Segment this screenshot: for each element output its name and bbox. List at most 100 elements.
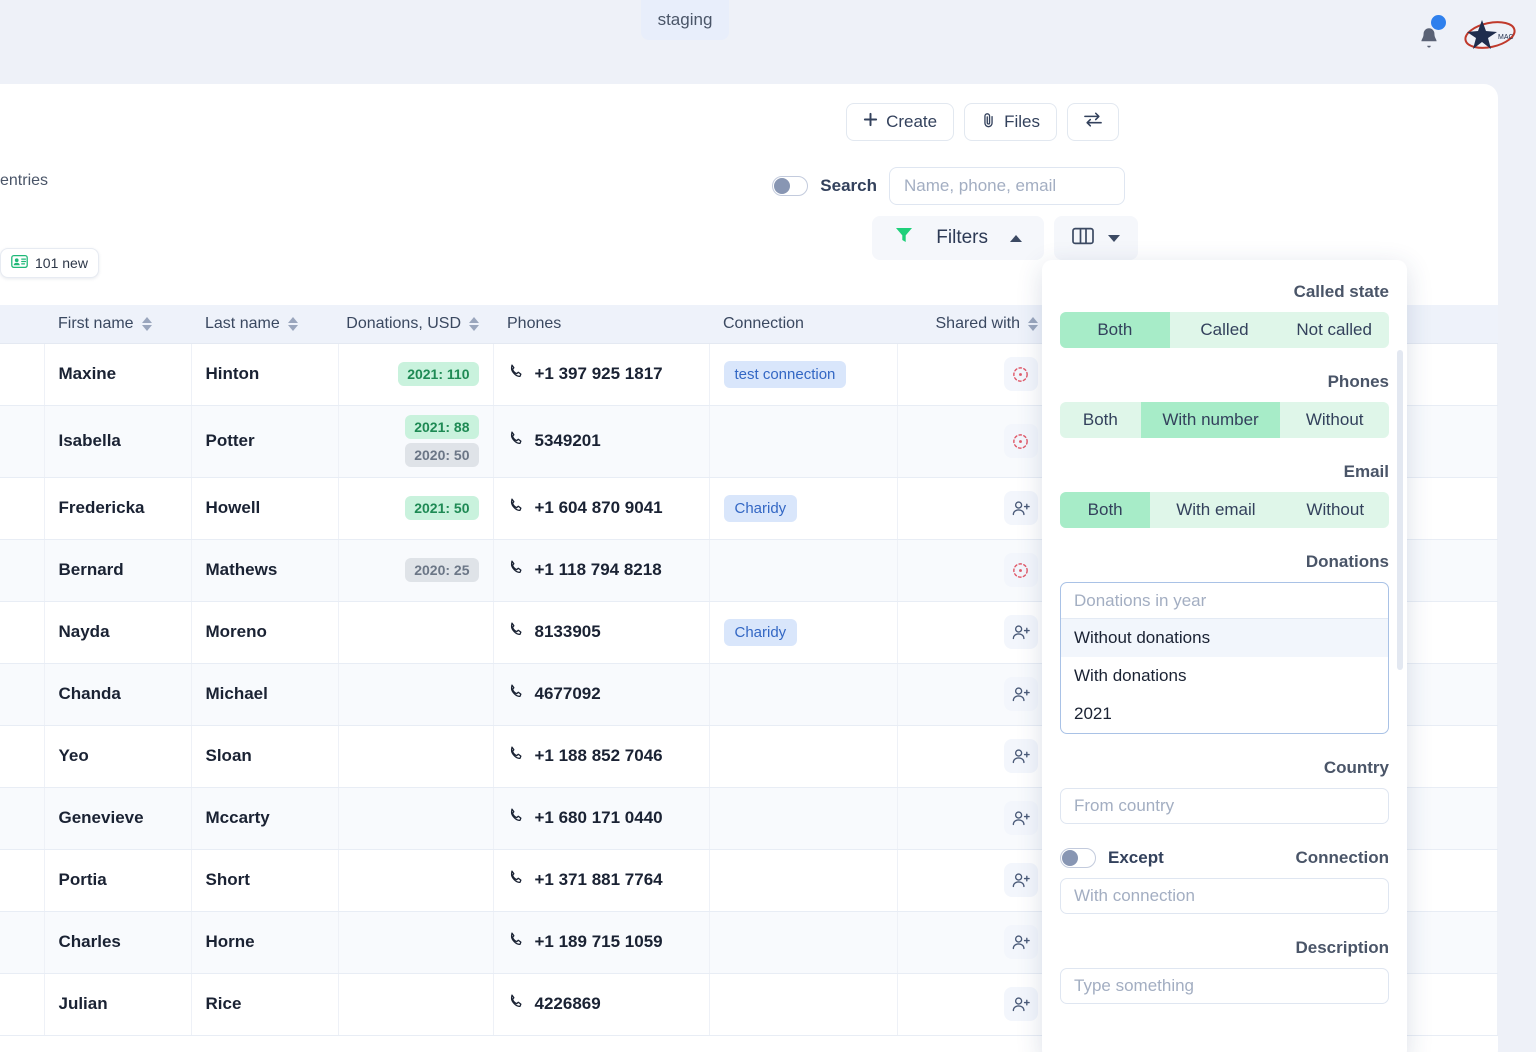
row-status-icon-cell[interactable] bbox=[0, 911, 44, 973]
table-header-last-name[interactable]: Last name bbox=[191, 305, 338, 343]
pending-share-icon[interactable] bbox=[1004, 553, 1038, 587]
cell-shared-with[interactable] bbox=[897, 725, 1052, 787]
row-status-icon-cell[interactable] bbox=[0, 343, 44, 405]
cell-phone[interactable]: 5349201 bbox=[493, 405, 709, 477]
phones-option-with-number[interactable]: With number bbox=[1141, 402, 1281, 438]
row-status-icon-cell[interactable] bbox=[0, 725, 44, 787]
cell-shared-with[interactable] bbox=[897, 973, 1052, 1035]
row-status-icon-cell[interactable] bbox=[0, 539, 44, 601]
description-input[interactable]: Type something bbox=[1060, 968, 1389, 1004]
cell-shared-with[interactable] bbox=[897, 477, 1052, 539]
cell-phone[interactable]: 4226869 bbox=[493, 973, 709, 1035]
cell-phone[interactable]: +1 604 870 9041 bbox=[493, 477, 709, 539]
add-user-icon[interactable] bbox=[1004, 491, 1038, 525]
row-status-icon-cell[interactable] bbox=[0, 973, 44, 1035]
table-header-shared-with[interactable]: Shared with bbox=[897, 305, 1052, 343]
cell-phone[interactable]: +1 397 925 1817 bbox=[493, 343, 709, 405]
column-label: Shared with bbox=[936, 315, 1021, 333]
cell-shared-with[interactable] bbox=[897, 663, 1052, 725]
add-user-icon[interactable] bbox=[1004, 739, 1038, 773]
phones-option-without[interactable]: Without bbox=[1280, 402, 1389, 438]
row-status-icon-cell[interactable] bbox=[0, 663, 44, 725]
connection-chip[interactable]: test connection bbox=[724, 361, 847, 388]
sort-icon[interactable] bbox=[142, 317, 152, 331]
except-toggle[interactable] bbox=[1060, 848, 1096, 868]
notifications-button[interactable] bbox=[1414, 19, 1444, 51]
connection-input[interactable]: With connection bbox=[1060, 878, 1389, 914]
called-state-option-not-called[interactable]: Not called bbox=[1279, 312, 1389, 348]
cell-connection bbox=[709, 539, 897, 601]
panel-scrollbar[interactable] bbox=[1397, 350, 1403, 670]
columns-button[interactable] bbox=[1054, 216, 1138, 260]
called-state-option-both[interactable]: Both bbox=[1060, 312, 1170, 348]
add-user-icon[interactable] bbox=[1004, 801, 1038, 835]
action-buttons: Create Files bbox=[846, 103, 1119, 141]
files-button[interactable]: Files bbox=[964, 103, 1057, 141]
table-header-phones[interactable]: Phones bbox=[493, 305, 709, 343]
add-user-icon[interactable] bbox=[1004, 863, 1038, 897]
donations-input[interactable]: Donations in year bbox=[1061, 583, 1388, 619]
connection-chip[interactable]: Charidy bbox=[724, 495, 798, 522]
donations-combobox[interactable]: Donations in year Without donationsWith … bbox=[1060, 582, 1389, 734]
email-option-both[interactable]: Both bbox=[1060, 492, 1150, 528]
cell-phone[interactable]: +1 188 852 7046 bbox=[493, 725, 709, 787]
cell-phone[interactable]: +1 680 171 0440 bbox=[493, 787, 709, 849]
phone-icon bbox=[508, 363, 525, 385]
cell-shared-with[interactable] bbox=[897, 601, 1052, 663]
phones-option-both[interactable]: Both bbox=[1060, 402, 1141, 438]
sort-icon[interactable] bbox=[469, 317, 479, 331]
country-input[interactable]: From country bbox=[1060, 788, 1389, 824]
cell-phone[interactable]: 4677092 bbox=[493, 663, 709, 725]
cell-shared-with[interactable] bbox=[897, 539, 1052, 601]
cell-last-name: Rice bbox=[191, 973, 338, 1035]
cell-phone[interactable]: +1 118 794 8218 bbox=[493, 539, 709, 601]
brand-logo[interactable]: MAC bbox=[1462, 18, 1518, 52]
pending-share-icon[interactable] bbox=[1004, 424, 1038, 458]
email-option-with-email[interactable]: With email bbox=[1150, 492, 1281, 528]
create-button[interactable]: Create bbox=[846, 103, 954, 141]
except-toggle-group[interactable]: Except bbox=[1060, 848, 1164, 868]
cell-shared-with[interactable] bbox=[897, 911, 1052, 973]
cell-connection: Charidy bbox=[709, 601, 897, 663]
called-state-option-called[interactable]: Called bbox=[1170, 312, 1280, 348]
add-user-icon[interactable] bbox=[1004, 615, 1038, 649]
connection-chip[interactable]: Charidy bbox=[724, 619, 798, 646]
donations-option-with-donations[interactable]: With donations bbox=[1061, 657, 1388, 695]
cell-shared-with[interactable] bbox=[897, 343, 1052, 405]
filters-panel: Called state BothCalledNot called Phones… bbox=[1042, 260, 1407, 1052]
sync-button[interactable] bbox=[1067, 103, 1119, 141]
cell-phone[interactable]: 8133905 bbox=[493, 601, 709, 663]
called-state-segmented-control[interactable]: BothCalledNot called bbox=[1060, 312, 1389, 348]
row-status-icon-cell[interactable] bbox=[0, 477, 44, 539]
search-toggle[interactable] bbox=[772, 176, 808, 196]
new-entries-badge[interactable]: 101 new bbox=[0, 248, 99, 278]
row-status-icon-cell[interactable] bbox=[0, 787, 44, 849]
pending-share-icon[interactable] bbox=[1004, 357, 1038, 391]
cell-shared-with[interactable] bbox=[897, 405, 1052, 477]
phones-segmented-control[interactable]: BothWith numberWithout bbox=[1060, 402, 1389, 438]
filters-button[interactable]: Filters bbox=[872, 216, 1044, 260]
sort-icon[interactable] bbox=[288, 317, 298, 331]
row-status-icon-cell[interactable] bbox=[0, 405, 44, 477]
cell-shared-with[interactable] bbox=[897, 787, 1052, 849]
sort-icon[interactable] bbox=[1028, 317, 1038, 331]
cell-phone[interactable]: +1 371 881 7764 bbox=[493, 849, 709, 911]
donations-option-without-donations[interactable]: Without donations bbox=[1061, 619, 1388, 657]
row-status-icon-cell[interactable] bbox=[0, 601, 44, 663]
email-option-without[interactable]: Without bbox=[1281, 492, 1389, 528]
cell-shared-with[interactable] bbox=[897, 849, 1052, 911]
row-status-icon-cell[interactable] bbox=[0, 849, 44, 911]
cell-first-name: Nayda bbox=[44, 601, 191, 663]
add-user-icon[interactable] bbox=[1004, 925, 1038, 959]
table-header-donations-usd[interactable]: Donations, USD bbox=[338, 305, 493, 343]
table-header-connection[interactable]: Connection bbox=[709, 305, 897, 343]
cell-last-name: Moreno bbox=[191, 601, 338, 663]
cell-phone[interactable]: +1 189 715 1059 bbox=[493, 911, 709, 973]
email-segmented-control[interactable]: BothWith emailWithout bbox=[1060, 492, 1389, 528]
table-header-first-name[interactable]: First name bbox=[44, 305, 191, 343]
top-bar: staging MAC bbox=[0, 0, 1536, 76]
add-user-icon[interactable] bbox=[1004, 677, 1038, 711]
search-input[interactable] bbox=[889, 167, 1125, 205]
donations-option-2021[interactable]: 2021 bbox=[1061, 695, 1388, 733]
add-user-icon[interactable] bbox=[1004, 987, 1038, 1021]
